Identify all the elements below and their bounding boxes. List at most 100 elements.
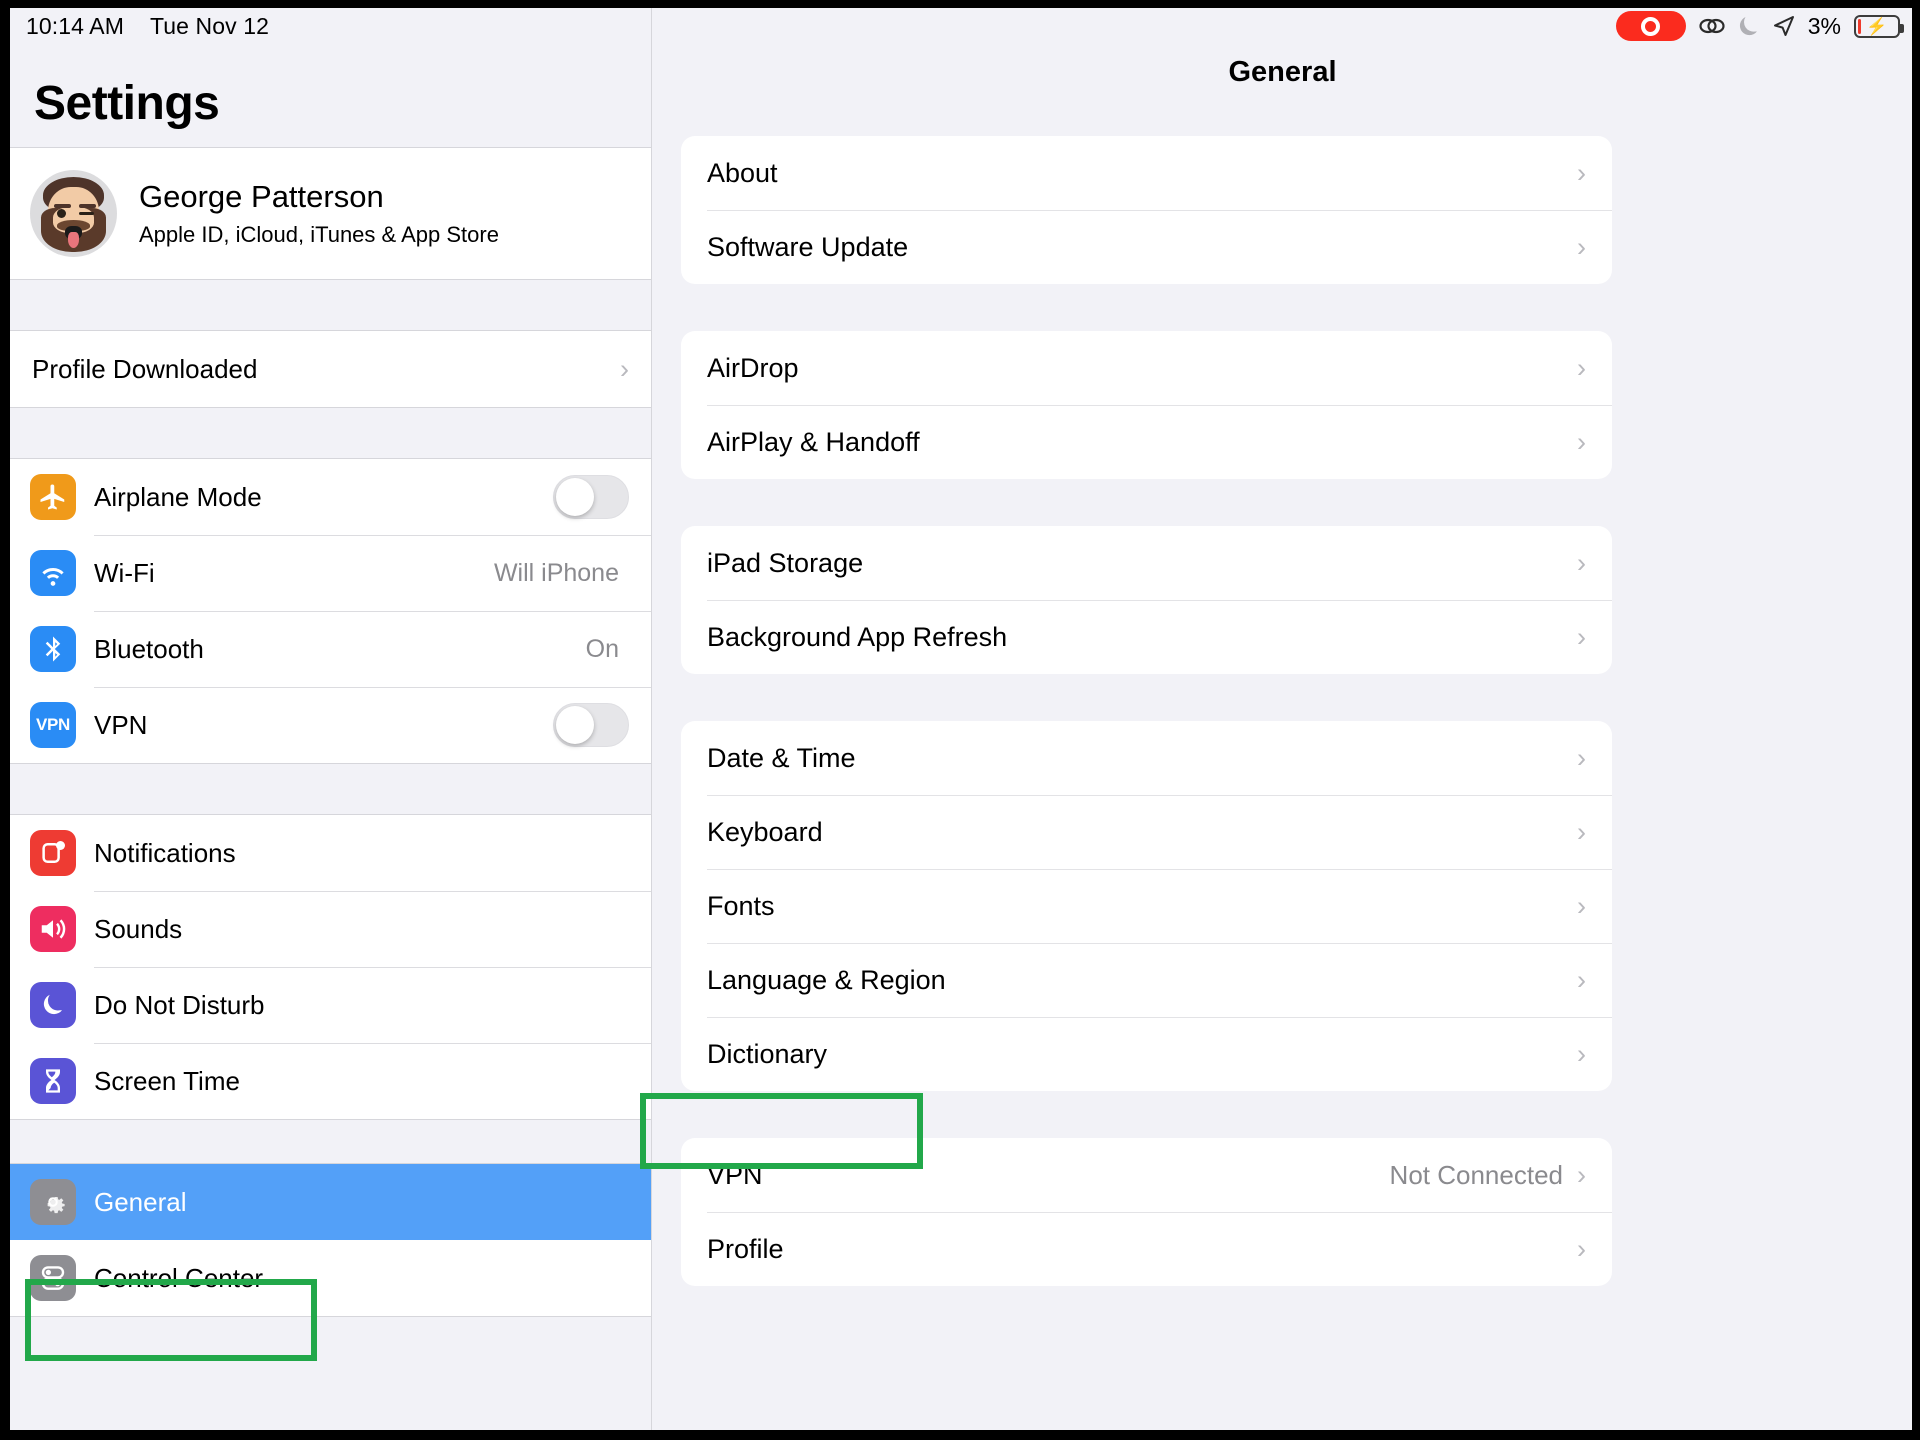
moon-icon bbox=[30, 982, 76, 1028]
chevron-right-icon: › bbox=[1577, 621, 1586, 652]
sidebar-item-bluetooth[interactable]: Bluetooth On bbox=[10, 611, 651, 687]
detail-row-date-time[interactable]: Date & Time › bbox=[681, 721, 1612, 795]
detail-row-airplay-handoff[interactable]: AirPlay & Handoff › bbox=[681, 405, 1612, 479]
sidebar-item-general[interactable]: General bbox=[10, 1164, 651, 1240]
settings-sidebar[interactable]: Settings George Patterson Apple ID, iClo… bbox=[10, 8, 652, 1430]
status-bar-time: 10:14 AM bbox=[26, 12, 124, 39]
bluetooth-icon bbox=[30, 626, 76, 672]
detail-row-label: Fonts bbox=[707, 890, 775, 921]
sidebar-item-label: Control Center bbox=[94, 1262, 264, 1293]
screen-recording-indicator[interactable] bbox=[1615, 11, 1686, 41]
status-bar-date: Tue Nov 12 bbox=[149, 12, 270, 39]
link-icon bbox=[1699, 16, 1725, 36]
account-name: George Patterson bbox=[139, 179, 384, 214]
chevron-right-icon: › bbox=[1577, 742, 1586, 773]
detail-row-label: Background App Refresh bbox=[707, 621, 1008, 652]
sidebar-item-label: Sounds bbox=[94, 913, 183, 944]
sidebar-item-label: Do Not Disturb bbox=[94, 989, 265, 1020]
sidebar-item-control-center[interactable]: Control Center bbox=[10, 1240, 651, 1316]
moon-icon bbox=[1738, 14, 1760, 38]
status-bar-right: 3% ⚡ bbox=[1615, 11, 1904, 41]
sidebar-item-airplane-mode[interactable]: Airplane Mode bbox=[10, 459, 651, 535]
detail-row-label: Language & Region bbox=[707, 964, 946, 995]
sidebar-spacer bbox=[10, 764, 651, 814]
vpn-toggle[interactable] bbox=[553, 703, 629, 747]
control-center-icon bbox=[30, 1255, 76, 1301]
airplane-icon bbox=[30, 474, 76, 520]
sidebar-item-profile-downloaded[interactable]: Profile Downloaded › bbox=[10, 331, 651, 407]
chevron-right-icon: › bbox=[620, 353, 629, 384]
sidebar-item-vpn[interactable]: VPN VPN bbox=[10, 687, 651, 763]
detail-row-label: Profile bbox=[707, 1233, 784, 1264]
detail-row-label: Dictionary bbox=[707, 1038, 828, 1069]
wifi-network-value: Will iPhone bbox=[493, 558, 619, 587]
sidebar-item-notifications[interactable]: Notifications bbox=[10, 815, 651, 891]
hourglass-icon bbox=[30, 1058, 76, 1104]
detail-row-language-region[interactable]: Language & Region › bbox=[681, 943, 1612, 1017]
sidebar-item-label: Bluetooth bbox=[94, 633, 204, 664]
detail-row-dictionary[interactable]: Dictionary › bbox=[681, 1017, 1612, 1091]
detail-row-label: Date & Time bbox=[707, 742, 856, 773]
detail-group-about: About › Software Update › bbox=[681, 136, 1612, 284]
profile-downloaded-group: Profile Downloaded › bbox=[10, 330, 651, 408]
detail-row-ipad-storage[interactable]: iPad Storage › bbox=[681, 526, 1612, 600]
chevron-right-icon: › bbox=[1577, 547, 1586, 578]
vpn-icon: VPN bbox=[30, 702, 76, 748]
chevron-right-icon: › bbox=[1577, 1233, 1586, 1264]
sidebar-item-do-not-disturb[interactable]: Do Not Disturb bbox=[10, 967, 651, 1043]
detail-row-fonts[interactable]: Fonts › bbox=[681, 869, 1612, 943]
chevron-right-icon: › bbox=[1577, 816, 1586, 847]
sidebar-item-sounds[interactable]: Sounds bbox=[10, 891, 651, 967]
detail-group-vpn-profile: VPN Not Connected › Profile › bbox=[681, 1138, 1612, 1286]
sidebar-spacer bbox=[10, 408, 651, 458]
status-bar-left: 10:14 AM Tue Nov 12 bbox=[26, 13, 269, 40]
detail-row-background-app-refresh[interactable]: Background App Refresh › bbox=[681, 600, 1612, 674]
connectivity-group: Airplane Mode Wi-Fi Will iPhone Bluetoot… bbox=[10, 458, 651, 764]
sidebar-item-label: Wi-Fi bbox=[94, 557, 155, 588]
sidebar-item-label: Screen Time bbox=[94, 1065, 240, 1096]
sidebar-spacer bbox=[10, 280, 651, 330]
sounds-icon bbox=[30, 906, 76, 952]
ipad-settings-screen: 10:14 AM Tue Nov 12 3% ⚡ Settings George… bbox=[0, 0, 1920, 1440]
gear-icon bbox=[30, 1179, 76, 1225]
avatar bbox=[30, 170, 117, 257]
chevron-right-icon: › bbox=[1577, 1159, 1586, 1190]
detail-row-label: AirPlay & Handoff bbox=[707, 426, 920, 457]
chevron-right-icon: › bbox=[1577, 1038, 1586, 1069]
detail-row-label: iPad Storage bbox=[707, 547, 864, 578]
sidebar-item-apple-id[interactable]: George Patterson Apple ID, iCloud, iTune… bbox=[10, 148, 651, 279]
detail-row-label: Software Update bbox=[707, 231, 909, 262]
system-group: Notifications Sounds Do Not Disturb Scre… bbox=[10, 814, 651, 1120]
detail-row-vpn[interactable]: VPN Not Connected › bbox=[681, 1138, 1612, 1212]
sidebar-item-screen-time[interactable]: Screen Time bbox=[10, 1043, 651, 1119]
general-group: General Control Center bbox=[10, 1163, 651, 1317]
detail-row-profile[interactable]: Profile › bbox=[681, 1212, 1612, 1286]
sidebar-item-label: Profile Downloaded bbox=[32, 353, 258, 384]
sidebar-item-label: Airplane Mode bbox=[94, 481, 262, 512]
detail-row-software-update[interactable]: Software Update › bbox=[681, 210, 1612, 284]
detail-row-label: About bbox=[707, 157, 778, 188]
airplane-mode-toggle[interactable] bbox=[553, 475, 629, 519]
chevron-right-icon: › bbox=[1577, 964, 1586, 995]
detail-row-about[interactable]: About › bbox=[681, 136, 1612, 210]
detail-row-label: VPN bbox=[707, 1159, 763, 1190]
detail-row-airdrop[interactable]: AirDrop › bbox=[681, 331, 1612, 405]
account-subtitle: Apple ID, iCloud, iTunes & App Store bbox=[139, 222, 499, 247]
chevron-right-icon: › bbox=[1577, 157, 1586, 188]
battery-percent-label: 3% bbox=[1807, 12, 1841, 39]
detail-group-sharing: AirDrop › AirPlay & Handoff › bbox=[681, 331, 1612, 479]
chevron-right-icon: › bbox=[1577, 426, 1586, 457]
wifi-icon bbox=[30, 550, 76, 596]
status-bar: 10:14 AM Tue Nov 12 3% ⚡ bbox=[10, 8, 1912, 44]
detail-row-keyboard[interactable]: Keyboard › bbox=[681, 795, 1612, 869]
sidebar-item-wifi[interactable]: Wi-Fi Will iPhone bbox=[10, 535, 651, 611]
detail-row-label: AirDrop bbox=[707, 352, 799, 383]
sidebar-item-label: VPN bbox=[94, 709, 148, 740]
detail-group-localization: Date & Time › Keyboard › Fonts › Languag… bbox=[681, 721, 1612, 1091]
account-group: George Patterson Apple ID, iCloud, iTune… bbox=[10, 147, 651, 280]
sidebar-item-label: Notifications bbox=[94, 837, 236, 868]
location-arrow-icon bbox=[1773, 15, 1795, 37]
general-detail-panel: General About › Software Update › AirDro… bbox=[653, 8, 1912, 1430]
sidebar-item-label: General bbox=[94, 1186, 187, 1217]
chevron-right-icon: › bbox=[1577, 352, 1586, 383]
